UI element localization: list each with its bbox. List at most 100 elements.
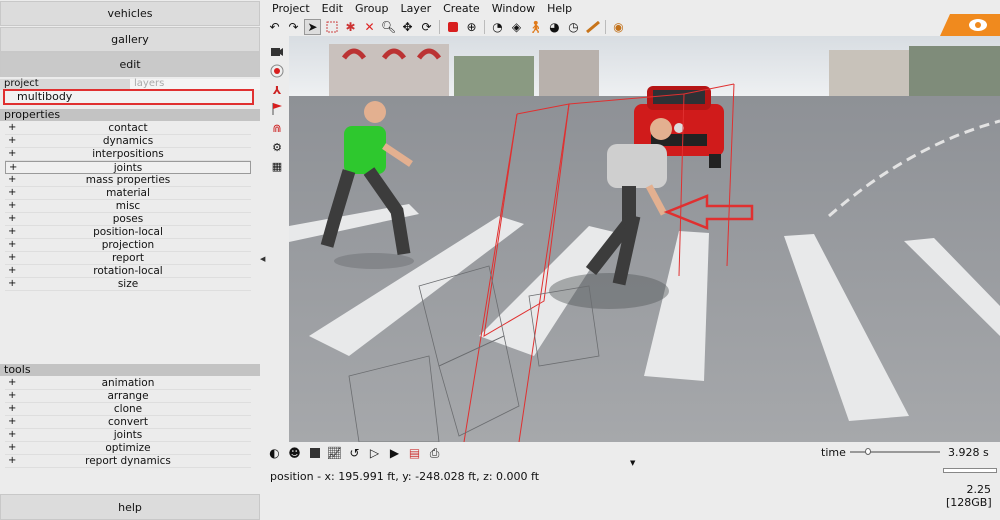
property-item-projection[interactable]: + projection: [5, 239, 251, 252]
camera-icon[interactable]: ◈: [508, 19, 525, 35]
flag-icon[interactable]: [269, 101, 285, 117]
menu-help[interactable]: Help: [541, 0, 578, 18]
magnet-icon[interactable]: ⋒: [269, 120, 285, 136]
trees: [454, 56, 534, 96]
tool-item-label: animation: [101, 377, 155, 389]
record-icon[interactable]: [269, 63, 285, 79]
tool-item-report-dynamics[interactable]: + report dynamics: [5, 455, 251, 468]
undo-icon[interactable]: ↶: [266, 19, 283, 35]
step-icon[interactable]: ▶︎: [386, 445, 403, 462]
property-item-interpositions[interactable]: + interpositions: [5, 148, 251, 161]
expand-plus-icon[interactable]: +: [8, 390, 16, 402]
rotate-icon[interactable]: ⟳: [418, 19, 435, 35]
grid-icon[interactable]: ▦: [269, 158, 285, 174]
figure-icon[interactable]: ☻: [286, 445, 303, 462]
expand-plus-icon[interactable]: +: [8, 377, 16, 389]
target-icon[interactable]: ⊕: [463, 19, 480, 35]
menu-window[interactable]: Window: [486, 0, 541, 18]
property-item-misc[interactable]: + misc: [5, 200, 251, 213]
move-target-icon[interactable]: ✱: [342, 19, 359, 35]
expand-plus-icon[interactable]: +: [9, 162, 17, 174]
tool-item-joints[interactable]: + joints: [5, 429, 251, 442]
property-item-dynamics[interactable]: + dynamics: [5, 135, 251, 148]
expand-plus-icon[interactable]: +: [8, 226, 16, 238]
tool-item-label: report dynamics: [85, 455, 171, 467]
expand-plus-icon[interactable]: +: [8, 429, 16, 441]
menu-create[interactable]: Create: [437, 0, 486, 18]
axes-icon[interactable]: ⅄: [269, 82, 285, 98]
expand-plus-icon[interactable]: +: [8, 135, 16, 147]
zoom-icon[interactable]: 🔍︎: [380, 19, 397, 35]
expand-plus-icon[interactable]: +: [8, 442, 16, 454]
property-item-label: position-local: [93, 226, 163, 238]
property-item-material[interactable]: + material: [5, 187, 251, 200]
menu-layer[interactable]: Layer: [394, 0, 437, 18]
side-toolbar: ⅄ ⋒ ⚙︎ ▦: [267, 44, 287, 174]
property-item-rotation-local[interactable]: + rotation-local: [5, 265, 251, 278]
property-item-position-local[interactable]: + position-local: [5, 226, 251, 239]
edit-button[interactable]: edit: [0, 52, 260, 77]
stop-icon[interactable]: [306, 445, 323, 462]
expand-plus-icon[interactable]: +: [8, 403, 16, 415]
expand-plus-icon[interactable]: +: [8, 416, 16, 428]
expand-plus-icon[interactable]: +: [8, 265, 16, 277]
gallery-button[interactable]: gallery: [0, 27, 260, 52]
menu-project[interactable]: Project: [266, 0, 316, 18]
collapse-panel-arrow-icon[interactable]: ◀: [260, 255, 265, 263]
tool-item-animation[interactable]: + animation: [5, 377, 251, 390]
expand-plus-icon[interactable]: +: [8, 122, 16, 134]
settings-icon[interactable]: ◉: [610, 19, 627, 35]
gauge-icon[interactable]: ◔: [489, 19, 506, 35]
expand-plus-icon[interactable]: +: [8, 455, 16, 467]
measure-icon[interactable]: ◕: [546, 19, 563, 35]
property-item-joints[interactable]: + joints: [5, 161, 251, 174]
property-item-report[interactable]: + report: [5, 252, 251, 265]
expand-plus-icon[interactable]: +: [8, 174, 16, 186]
property-item-poses[interactable]: + poses: [5, 213, 251, 226]
camera-view-icon[interactable]: [269, 44, 285, 60]
tool-item-clone[interactable]: + clone: [5, 403, 251, 416]
expand-plus-icon[interactable]: +: [8, 213, 16, 225]
expand-plus-icon[interactable]: +: [8, 148, 16, 160]
report-icon[interactable]: ▤: [406, 445, 423, 462]
delete-x-icon[interactable]: ✕: [361, 19, 378, 35]
expand-plus-icon[interactable]: +: [8, 187, 16, 199]
vehicles-button[interactable]: vehicles: [0, 1, 260, 26]
redo-icon[interactable]: ↷: [285, 19, 302, 35]
properties-header: properties: [0, 109, 260, 121]
expand-plus-icon[interactable]: +: [8, 239, 16, 251]
shading-toggle-icon[interactable]: ◐: [266, 445, 283, 462]
select-box-icon[interactable]: [323, 19, 340, 35]
time-slider-handle[interactable]: [865, 448, 871, 455]
menu-group[interactable]: Group: [349, 0, 395, 18]
tool-item-arrange[interactable]: + arrange: [5, 390, 251, 403]
gears-icon[interactable]: ⚙︎: [269, 139, 285, 155]
trajectory-icon[interactable]: ↺: [346, 445, 363, 462]
property-item-size[interactable]: + size: [5, 278, 251, 291]
toolbar-divider: [439, 20, 440, 34]
expand-plus-icon[interactable]: +: [8, 278, 16, 290]
time-slider-track[interactable]: [850, 451, 940, 453]
graph-icon[interactable]: 📈︎: [326, 445, 343, 462]
red-square-icon[interactable]: [444, 19, 461, 35]
property-item-mass-properties[interactable]: + mass properties: [5, 174, 251, 187]
3d-viewport[interactable]: [289, 36, 1000, 442]
property-item-label: material: [106, 187, 150, 199]
select-pointer-icon[interactable]: ➤: [304, 19, 321, 35]
property-item-contact[interactable]: + contact: [5, 122, 251, 135]
pan-cross-icon[interactable]: ✥: [399, 19, 416, 35]
property-item-label: poses: [112, 213, 144, 225]
dropdown-arrow-icon[interactable]: ▼: [630, 459, 635, 467]
walking-person-icon[interactable]: 🚶︎: [527, 19, 544, 35]
selected-object-row[interactable]: multibody: [3, 89, 254, 105]
menu-edit[interactable]: Edit: [316, 0, 349, 18]
play-icon[interactable]: ▷: [366, 445, 383, 462]
tool-item-optimize[interactable]: + optimize: [5, 442, 251, 455]
ruler-icon[interactable]: [584, 19, 601, 35]
help-button[interactable]: help: [0, 494, 260, 520]
expand-plus-icon[interactable]: +: [8, 252, 16, 264]
expand-plus-icon[interactable]: +: [8, 200, 16, 212]
timer-icon[interactable]: ◷: [565, 19, 582, 35]
print-icon[interactable]: ⎙: [426, 445, 443, 462]
tool-item-convert[interactable]: + convert: [5, 416, 251, 429]
